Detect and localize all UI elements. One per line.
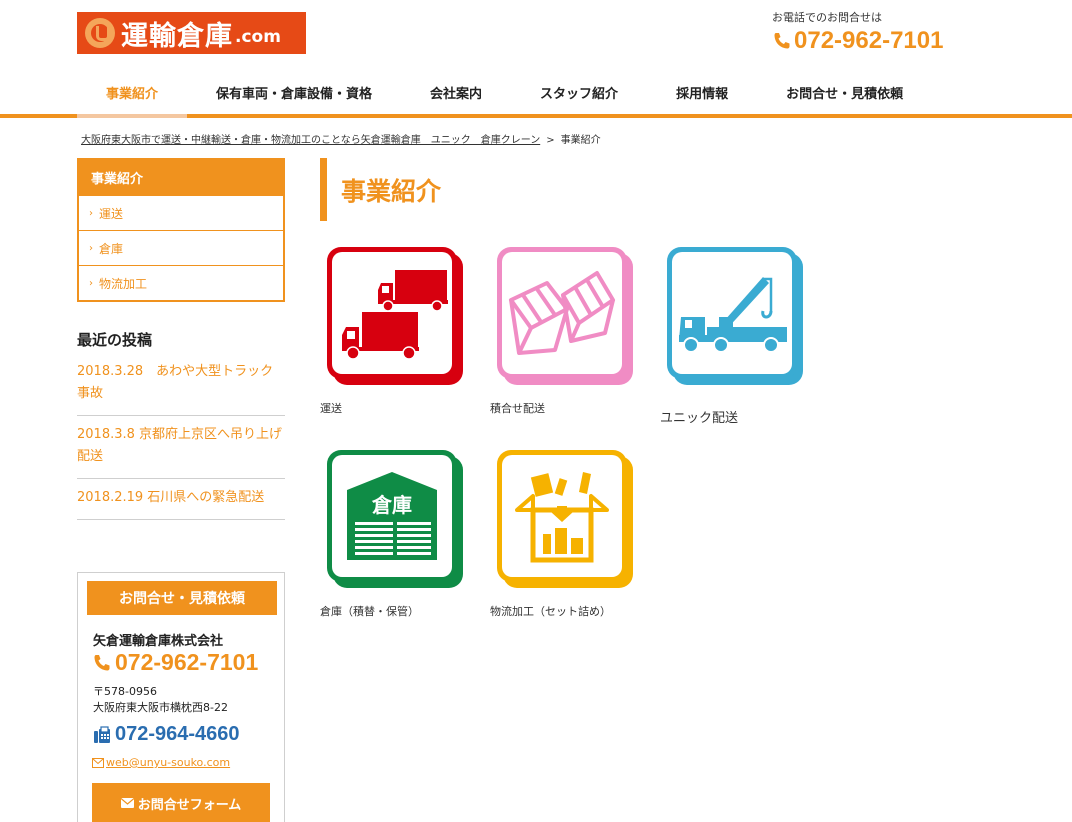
contact-heading-button[interactable]: お問合せ・見積依頼 — [87, 581, 277, 615]
chevron-right-icon: › — [89, 242, 93, 254]
page-title: 事業紹介 — [320, 158, 441, 221]
side-menu-items: › 運送 › 倉庫 › 物流加工 — [79, 195, 283, 300]
logo-suffix: .com — [235, 27, 281, 47]
contact-tel-link[interactable]: 072-962-7101 — [92, 649, 258, 676]
recent-post-link[interactable]: 2018.3.28 あわや大型トラック事故 — [77, 353, 285, 416]
service-label: 物流加工（セット詰め） — [490, 605, 611, 618]
breadcrumb-separator: > — [546, 135, 555, 146]
service-tile-unic[interactable]: ユニック配送 — [660, 245, 810, 430]
contact-form-button[interactable]: お問合せフォーム — [92, 783, 270, 822]
global-nav: 事業紹介 保有車両・倉庫設備・資格 会社案内 スタッフ紹介 採用情報 お問合せ・見積依頼 — [0, 70, 1072, 118]
logo-text: 運輸倉庫 — [121, 20, 233, 52]
crane-truck-icon — [667, 247, 803, 385]
nav-item[interactable]: 事業紹介 — [77, 70, 188, 118]
fax-icon — [94, 725, 110, 743]
side-menu-item-label: 倉庫 — [99, 241, 124, 256]
contact-street: 大阪府東大阪市横枕西8-22 — [93, 701, 228, 714]
service-label: 倉庫（積替・保管） — [320, 605, 419, 618]
contact-address: 〒578-0956 大阪府東大阪市横枕西8-22 — [93, 684, 228, 716]
service-tile-processing[interactable]: 物流加工（セット詰め） — [490, 448, 640, 628]
nav-item[interactable]: 会社案内 — [401, 70, 511, 114]
service-label: 積合せ配送 — [490, 402, 545, 415]
nav-item[interactable]: 保有車両・倉庫設備・資格 — [187, 70, 401, 114]
chevron-right-icon: › — [89, 277, 93, 289]
recent-post-link[interactable]: 2018.2.19 石川県への緊急配送 — [77, 479, 285, 520]
side-menu: 事業紹介 › 運送 › 倉庫 › 物流加工 — [77, 158, 285, 302]
service-label: 運送 — [320, 402, 342, 415]
service-label: ユニック配送 — [660, 411, 739, 426]
side-menu-item[interactable]: › 運送 — [79, 195, 283, 230]
contact-box: お問合せ・見積依頼 矢倉運輸倉庫株式会社 072-962-7101 〒578-0… — [77, 572, 285, 822]
logo-mark-icon — [85, 18, 115, 48]
header-tel-link[interactable]: 072-962-7101 — [772, 27, 943, 55]
recent-posts-title: 最近の投稿 — [77, 331, 153, 349]
nav-item[interactable]: スタッフ紹介 — [511, 70, 647, 114]
phone-icon — [774, 33, 790, 49]
recent-posts-list: 2018.3.28 あわや大型トラック事故 2018.3.8 京都府上京区へ吊り上… — [77, 353, 285, 520]
side-menu-title[interactable]: 事業紹介 — [79, 160, 283, 195]
nav-item[interactable]: 採用情報 — [647, 70, 757, 114]
header-tel-number: 072-962-7101 — [794, 27, 944, 54]
contact-email: web@unyu-souko.com — [106, 756, 231, 769]
nav-item[interactable]: お問合せ・見積依頼 — [757, 70, 932, 114]
tel-caption: お電話でのお問合せは — [772, 11, 882, 24]
warehouse-icon: 倉庫 — [327, 450, 463, 588]
contact-fax: 072-964-4660 — [92, 723, 240, 746]
envelope-icon — [92, 757, 104, 768]
service-tile-transport[interactable]: 運送 — [320, 245, 470, 425]
contact-fax-number: 072-964-4660 — [115, 723, 240, 745]
side-menu-item-label: 物流加工 — [99, 276, 148, 291]
site-header: 運輸倉庫 .com お電話でのお問合せは 072-962-7101 — [0, 0, 1072, 70]
recent-post-link[interactable]: 2018.3.8 京都府上京区へ吊り上げ配送 — [77, 416, 285, 479]
contact-email-link[interactable]: web@unyu-souko.com — [92, 756, 230, 769]
service-tile-consolidated[interactable]: 積合せ配送 — [490, 245, 640, 425]
breadcrumb: 大阪府東大阪市で運送・中継輸送・倉庫・物流加工のことなら矢倉運輸倉庫 ユニック … — [81, 131, 601, 146]
side-menu-item[interactable]: › 倉庫 — [79, 230, 283, 265]
side-menu-item-label: 運送 — [99, 206, 124, 221]
trucks-icon — [327, 247, 463, 385]
warehouse-sign-text: 倉庫 — [371, 493, 412, 517]
chevron-right-icon: › — [89, 207, 93, 219]
breadcrumb-home-link[interactable]: 大阪府東大阪市で運送・中継輸送・倉庫・物流加工のことなら矢倉運輸倉庫 ユニック … — [81, 135, 540, 146]
site-logo[interactable]: 運輸倉庫 .com — [77, 12, 306, 54]
header-tel: お電話でのお問合せは 072-962-7101 — [772, 9, 943, 55]
packing-box-icon — [497, 450, 633, 588]
envelope-icon — [120, 798, 134, 808]
nav-items: 事業紹介 保有車両・倉庫設備・資格 会社案内 スタッフ紹介 採用情報 お問合せ・見積依頼 — [77, 70, 932, 118]
contact-zip: 〒578-0956 — [93, 685, 157, 698]
contact-tel-number: 072-962-7101 — [115, 649, 259, 675]
breadcrumb-current: 事業紹介 — [560, 135, 601, 146]
contact-company: 矢倉運輸倉庫株式会社 — [93, 634, 224, 649]
side-menu-item[interactable]: › 物流加工 — [79, 265, 283, 300]
contact-form-label: お問合せフォーム — [137, 797, 242, 813]
boxes-icon — [497, 247, 633, 385]
phone-icon — [94, 654, 110, 670]
service-tile-warehouse[interactable]: 倉庫 倉庫（積替・保管） — [320, 448, 470, 628]
